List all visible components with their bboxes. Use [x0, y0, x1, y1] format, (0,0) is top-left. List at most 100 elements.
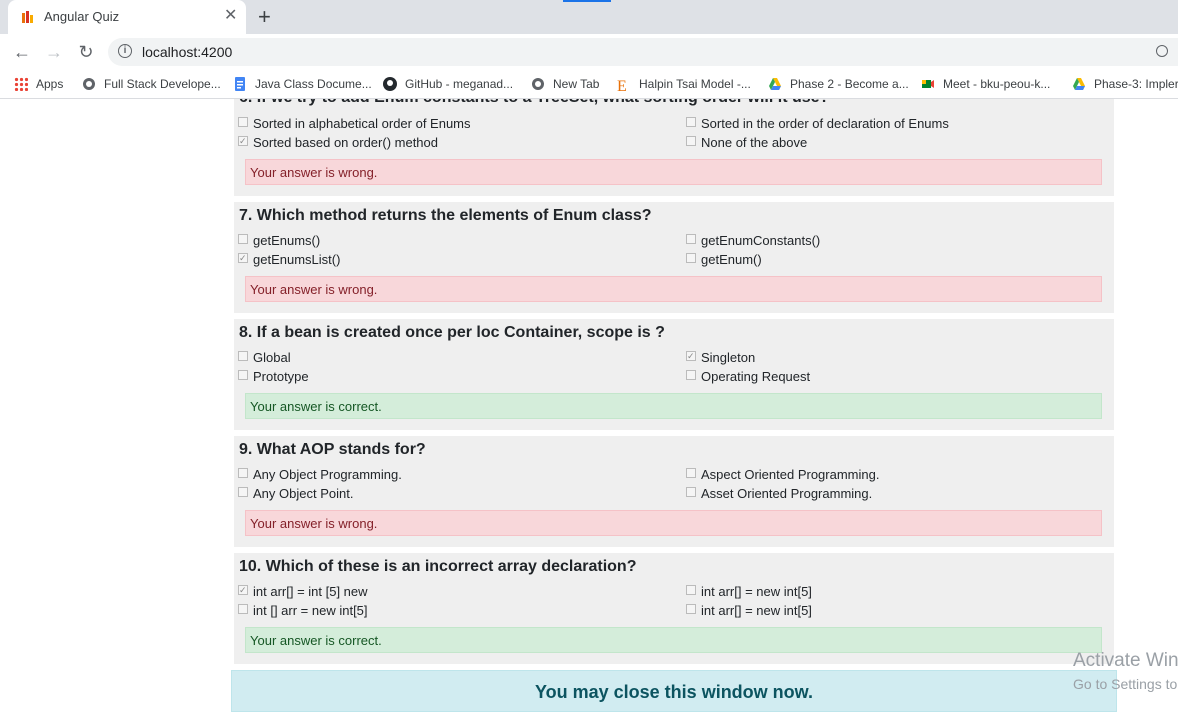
- option-label: Prototype: [253, 369, 309, 384]
- reload-icon[interactable]: ↻: [74, 40, 98, 64]
- option[interactable]: Aspect Oriented Programming.: [686, 467, 879, 483]
- option-label: Any Object Point.: [253, 486, 354, 501]
- bookmark-label: Phase-3: Impler: [1094, 77, 1178, 91]
- bookmark-label: Phase 2 - Become a...: [790, 77, 909, 91]
- option[interactable]: Any Object Point.: [238, 486, 353, 502]
- address-bar[interactable]: i localhost:4200: [108, 38, 1178, 66]
- option-label: int arr[] = new int[5]: [701, 603, 812, 618]
- checkbox[interactable]: [686, 253, 696, 263]
- bookmark-apps[interactable]: Apps: [14, 76, 63, 94]
- checkbox[interactable]: [686, 604, 696, 614]
- checkbox[interactable]: [238, 468, 248, 478]
- option[interactable]: getEnumsList(): [238, 250, 340, 268]
- option[interactable]: None of the above: [686, 135, 807, 151]
- bookmark-label: GitHub - meganad...: [405, 77, 514, 91]
- checkbox[interactable]: [686, 348, 696, 364]
- option[interactable]: Singleton: [686, 348, 756, 366]
- browser-tab[interactable]: Angular Quiz ✕: [8, 0, 246, 34]
- globe-icon: [532, 78, 544, 90]
- tab-accent: [563, 0, 611, 2]
- question-text: 10. Which of these is an incorrect array…: [239, 558, 637, 575]
- close-tab-icon[interactable]: ✕: [224, 7, 237, 25]
- option-label: Singleton: [701, 350, 756, 365]
- option[interactable]: Asset Oriented Programming.: [686, 486, 872, 502]
- option[interactable]: Sorted in alphabetical order of Enums: [238, 116, 471, 132]
- option[interactable]: Global: [238, 350, 291, 366]
- option-label: None of the above: [701, 135, 808, 150]
- option-label: Operating Request: [701, 369, 811, 384]
- result-alert: Your answer is wrong.: [245, 159, 1102, 185]
- option[interactable]: Operating Request: [686, 369, 810, 385]
- bookmark-halpin[interactable]: E Halpin Tsai Model -...: [617, 76, 751, 95]
- option[interactable]: getEnum(): [686, 252, 762, 268]
- question-card: 9. What AOP stands for? Any Object Progr…: [234, 436, 1114, 547]
- close-window-message: You may close this window now.: [231, 670, 1117, 712]
- windows-activation-watermark: Activate Windows Go to Settings to activ…: [1073, 650, 1178, 692]
- checkbox[interactable]: [686, 136, 696, 146]
- option[interactable]: int arr[] = int [5] new: [238, 582, 368, 600]
- question-card: 10. Which of these is an incorrect array…: [234, 553, 1114, 664]
- bookmark-phase3[interactable]: Phase-3: Impler: [1072, 76, 1178, 94]
- checkbox[interactable]: [238, 351, 248, 361]
- meet-icon: [922, 80, 934, 88]
- question-text: 8. If a bean is created once per loc Con…: [239, 324, 665, 341]
- bookmark-github[interactable]: GitHub - meganad...: [383, 76, 513, 94]
- url-text[interactable]: localhost:4200: [142, 44, 232, 60]
- checkbox[interactable]: [686, 117, 696, 127]
- option[interactable]: int arr[] = new int[5]: [686, 584, 812, 600]
- bookmark-full-stack[interactable]: Full Stack Develope...: [82, 76, 221, 94]
- checkbox[interactable]: [686, 487, 696, 497]
- option[interactable]: Sorted in the order of declaration of En…: [686, 116, 949, 132]
- checkbox[interactable]: [238, 604, 248, 614]
- bookmark-label: Full Stack Develope...: [104, 77, 221, 91]
- option-label: Global: [253, 350, 291, 365]
- checkbox[interactable]: [238, 117, 248, 127]
- option[interactable]: int arr[] = new int[5]: [686, 603, 812, 619]
- info-icon[interactable]: i: [118, 44, 132, 58]
- drive-icon: [1073, 78, 1085, 90]
- option-label: getEnums(): [253, 233, 321, 248]
- question-card: 7. Which method returns the elements of …: [234, 202, 1114, 313]
- back-icon[interactable]: ←: [10, 40, 34, 64]
- checkbox[interactable]: [686, 585, 696, 595]
- new-tab-icon[interactable]: +: [258, 4, 271, 30]
- checkbox[interactable]: [686, 234, 696, 244]
- option[interactable]: Sorted based on order() method: [238, 133, 438, 151]
- option-label: Asset Oriented Programming.: [701, 486, 873, 501]
- option-label: Sorted in the order of declaration of En…: [701, 116, 949, 131]
- bookmark-label: Halpin Tsai Model -...: [639, 77, 751, 91]
- question-card: 8. If a bean is created once per loc Con…: [234, 319, 1114, 430]
- bookmark-java-docs[interactable]: Java Class Docume...: [233, 76, 372, 94]
- checkbox[interactable]: [238, 487, 248, 497]
- checkbox[interactable]: [686, 468, 696, 478]
- angular-favicon-icon: [22, 11, 33, 23]
- option[interactable]: getEnums(): [238, 233, 320, 249]
- e-letter-icon: E: [617, 78, 627, 95]
- result-alert: Your answer is correct.: [245, 627, 1102, 653]
- option[interactable]: Prototype: [238, 369, 309, 385]
- question-text: 6. If we try to add Enum constants to a …: [239, 99, 829, 107]
- watermark-subtitle: Go to Settings to activate Windows.: [1073, 676, 1178, 692]
- tab-strip: Angular Quiz ✕ +: [0, 0, 1178, 34]
- bookmark-meet[interactable]: Meet - bku-peou-k...: [921, 76, 1050, 94]
- bookmark-label: Java Class Docume...: [255, 77, 372, 91]
- checkbox[interactable]: [686, 370, 696, 380]
- result-alert: Your answer is correct.: [245, 393, 1102, 419]
- github-icon: [383, 77, 397, 91]
- zoom-icon[interactable]: [1156, 45, 1168, 57]
- bookmark-phase2[interactable]: Phase 2 - Become a...: [768, 76, 909, 94]
- checkbox[interactable]: [238, 582, 248, 598]
- checkbox[interactable]: [238, 370, 248, 380]
- option[interactable]: Any Object Programming.: [238, 467, 402, 483]
- bookmark-new-tab[interactable]: New Tab: [531, 76, 599, 94]
- bookmark-label: New Tab: [553, 77, 600, 91]
- globe-icon: [83, 78, 95, 90]
- option[interactable]: getEnumConstants(): [686, 233, 820, 249]
- checkbox[interactable]: [238, 250, 248, 266]
- checkbox[interactable]: [238, 234, 248, 244]
- address-toolbar: ← → ↻ i localhost:4200: [0, 34, 1178, 70]
- option[interactable]: int [] arr = new int[5]: [238, 603, 368, 619]
- option-label: getEnum(): [701, 252, 762, 267]
- checkbox[interactable]: [238, 133, 248, 149]
- forward-icon[interactable]: →: [42, 40, 66, 64]
